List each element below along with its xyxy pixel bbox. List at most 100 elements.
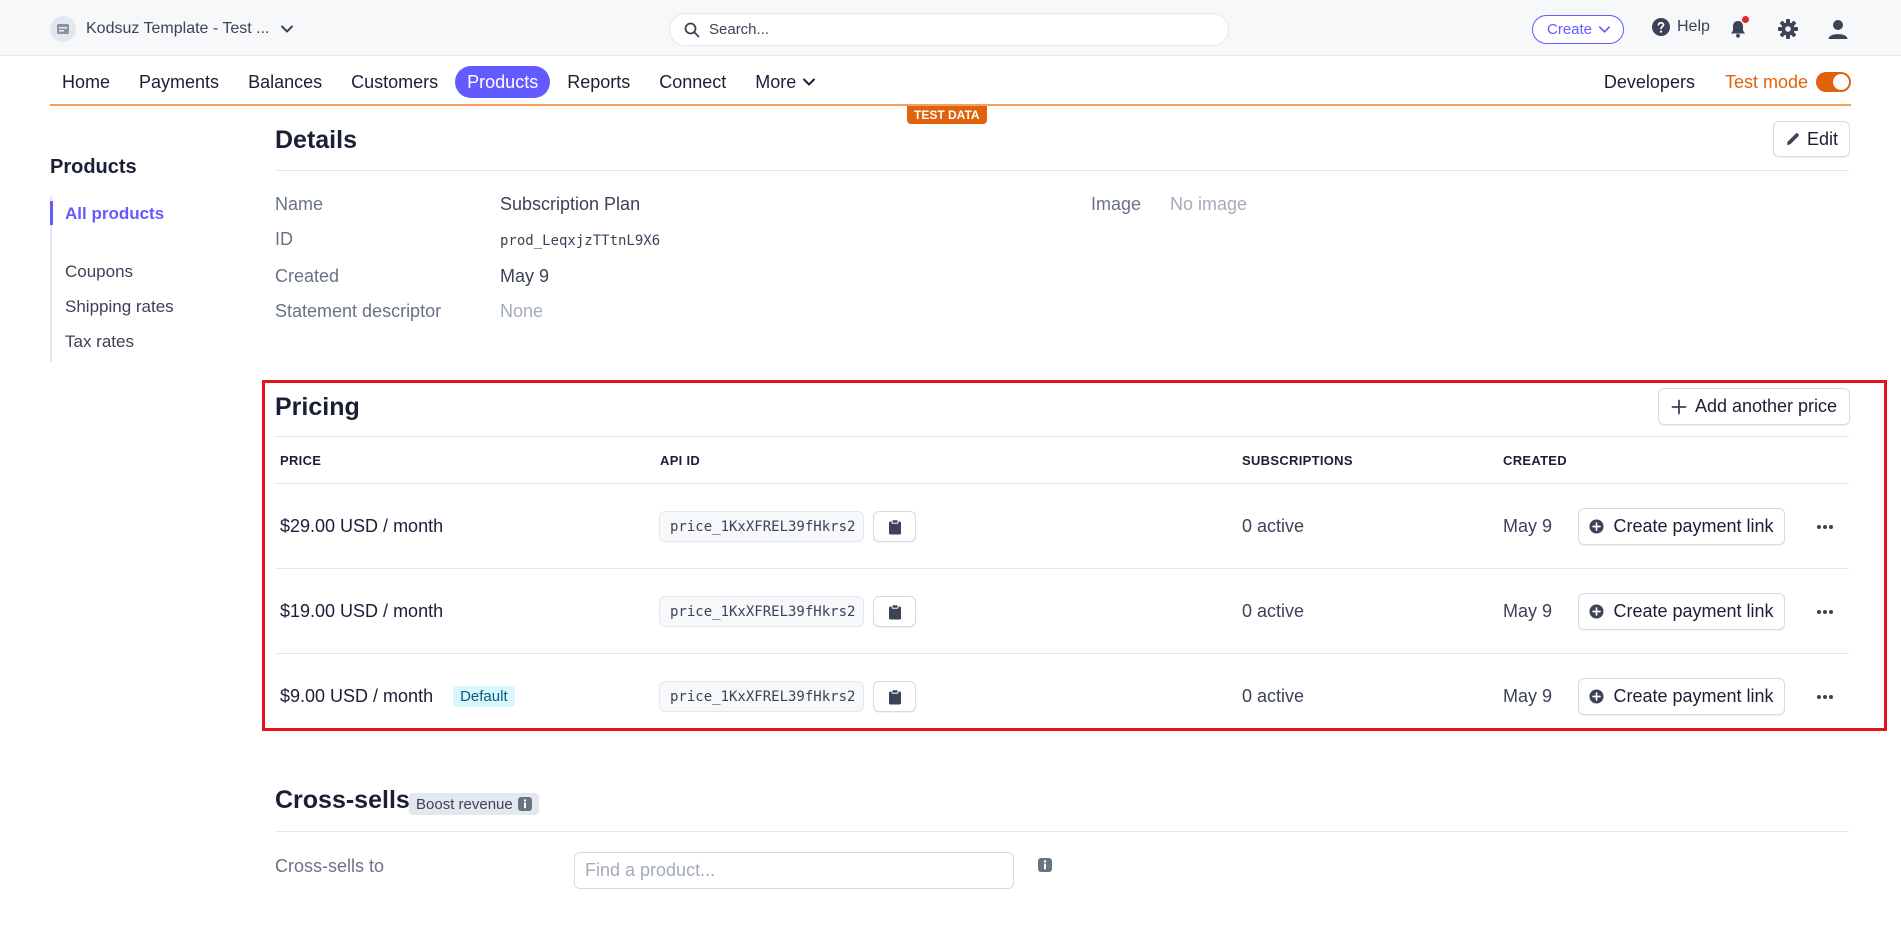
nav-connect[interactable]: Connect [647,66,738,98]
search-bar[interactable] [669,13,1229,46]
col-header-subscriptions: SUBSCRIPTIONS [1242,453,1353,468]
api-id-field[interactable]: price_1KxXFREL39fHkrs2 [659,596,864,627]
ellipsis-icon [1816,609,1834,615]
edit-button[interactable]: Edit [1773,121,1850,157]
copy-button[interactable] [873,596,916,627]
sidebar-item-tax-rates[interactable]: Tax rates [65,332,134,352]
chevron-down-icon [1598,23,1611,36]
search-icon [684,22,700,38]
pricing-divider [275,436,1849,437]
col-header-created: CREATED [1503,453,1567,468]
pencil-icon [1785,131,1801,147]
price-row[interactable]: $9.00 USD / month Default price_1KxXFREL… [275,653,1849,738]
chevron-down-icon [802,75,816,89]
clipboard-icon [888,518,902,535]
developers-link[interactable]: Developers [1604,72,1695,93]
top-bar: Kodsuz Template - Test ... Create Help [0,0,1901,56]
price-amount: $29.00 USD / month [280,516,444,536]
help-label: Help [1677,18,1710,35]
create-payment-link-label: Create payment link [1613,686,1774,706]
subscriptions-count: 0 active [1242,686,1305,706]
details-title: Details [275,126,357,154]
create-button[interactable]: Create [1532,15,1625,44]
nav-reports[interactable]: Reports [555,66,642,98]
nav-more[interactable]: More [743,66,828,98]
plus-circle-icon [1589,689,1604,704]
notifications-button[interactable] [1725,15,1751,42]
subscriptions-count: 0 active [1242,516,1305,536]
pricing-title: Pricing [275,393,360,421]
name-label: Name [275,194,324,214]
plus-circle-icon [1589,604,1604,619]
more-options-button[interactable] [1810,597,1840,627]
help-button[interactable]: Help [1651,17,1710,37]
api-id-field[interactable]: price_1KxXFREL39fHkrs2 [659,681,864,712]
created-label: Created [275,266,340,286]
statement-descriptor-label: Statement descriptor [275,301,442,321]
sidebar-item-coupons[interactable]: Coupons [65,262,133,282]
nav-home[interactable]: Home [50,66,122,98]
cross-sells-to-label: Cross-sells to [275,856,385,876]
sidebar: All products Coupons Shipping rates Tax … [50,196,230,362]
price-row[interactable]: $29.00 USD / month price_1KxXFREL39fHkrs… [275,483,1849,568]
create-payment-link-button[interactable]: Create payment link [1578,678,1785,715]
subscriptions-count: 0 active [1242,601,1305,621]
more-options-button[interactable] [1810,682,1840,712]
created-date: May 9 [1503,601,1553,621]
gear-icon [1777,18,1799,40]
col-header-price: PRICE [280,453,322,468]
details-divider [275,170,1849,171]
notification-dot [1741,15,1750,24]
nav-products[interactable]: Products [455,66,551,98]
info-icon[interactable] [517,797,532,811]
nav-balances[interactable]: Balances [236,66,334,98]
api-id-field[interactable]: price_1KxXFREL39fHkrs2 [659,511,864,542]
create-payment-link-button[interactable]: Create payment link [1578,508,1785,545]
id-value: prod_LeqxjzTTtnL9X6 [500,233,661,249]
created-date: May 9 [1503,686,1553,706]
toggle-switch[interactable] [1816,72,1851,92]
copy-button[interactable] [873,511,916,542]
nav-right: Developers Test mode [1604,62,1851,102]
account-switcher[interactable]: Kodsuz Template - Test ... [50,14,294,44]
price-row[interactable]: $19.00 USD / month price_1KxXFREL39fHkrs… [275,568,1849,653]
statement-descriptor-value: None [500,301,544,321]
ellipsis-icon [1816,524,1834,530]
search-input[interactable] [709,21,1189,38]
create-payment-link-button[interactable]: Create payment link [1578,593,1785,630]
info-icon[interactable] [1038,858,1052,872]
nav-more-label: More [755,71,797,92]
profile-button[interactable] [1825,16,1851,42]
cross-sells-title: Cross-sells [275,786,410,814]
image-label: Image [1091,194,1142,214]
boost-revenue-label: Boost revenue [416,795,513,813]
edit-label: Edit [1806,128,1839,149]
main-nav: Home Payments Balances Customers Product… [50,62,1851,102]
create-label: Create [1547,21,1593,38]
nav-customers[interactable]: Customers [339,66,450,98]
add-price-label: Add another price [1694,396,1838,416]
create-payment-link-label: Create payment link [1613,516,1774,536]
user-icon [1827,18,1849,40]
copy-button[interactable] [873,681,916,712]
store-icon [50,16,76,42]
image-value: No image [1170,194,1248,214]
plus-circle-icon [1589,519,1604,534]
clipboard-icon [888,688,902,705]
boost-revenue-badge: Boost revenue [409,793,539,815]
test-data-badge: TEST DATA [907,106,987,124]
sidebar-item-shipping-rates[interactable]: Shipping rates [65,297,174,317]
id-label: ID [275,229,293,249]
more-options-button[interactable] [1810,512,1840,542]
ellipsis-icon [1816,694,1834,700]
add-another-price-button[interactable]: Add another price [1658,388,1850,425]
clipboard-icon [888,603,902,620]
sidebar-active-indicator [50,201,53,225]
settings-button[interactable] [1775,16,1801,42]
test-mode-toggle[interactable]: Test mode [1725,72,1851,93]
find-product-input[interactable] [574,852,1014,889]
nav-payments[interactable]: Payments [127,66,231,98]
sidebar-item-all-products[interactable]: All products [65,204,164,224]
price-amount: $19.00 USD / month [280,601,444,621]
col-header-api-id: API ID [660,453,701,468]
